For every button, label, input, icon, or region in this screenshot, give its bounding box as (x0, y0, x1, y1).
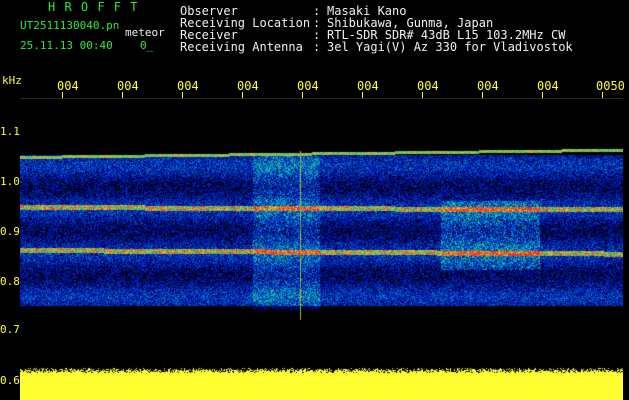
brand-title: H R O F F T (48, 0, 139, 14)
y-tick-label: 0.8 (0, 275, 20, 288)
datetime-label: 25.11.13 00:40 (20, 39, 113, 52)
y-axis-unit: kHz (2, 74, 22, 87)
x-tick-mark (182, 92, 183, 98)
x-tick-mark (242, 92, 243, 98)
x-tick-mark (362, 92, 363, 98)
spectrogram (20, 110, 623, 400)
x-tick-mark (602, 92, 603, 98)
x-tick-label: 004 (297, 79, 319, 93)
y-tick-label: 0.6 (0, 374, 20, 387)
field-value-antenna: 3el Yagi(V) Az 330 for Vladivostok (327, 40, 573, 54)
x-tick-label: 004 (57, 79, 79, 93)
field-label-antenna: Receiving Antenna (180, 40, 303, 54)
y-tick-label: 1.0 (0, 175, 20, 188)
y-tick-label: 0.9 (0, 225, 20, 238)
counter-label: 0_ (140, 39, 154, 52)
x-tick-label: 0050 (596, 79, 625, 93)
x-tick-label: 004 (537, 79, 559, 93)
axis-separator (20, 98, 623, 99)
filename-label: UT2511130040.pn (20, 19, 120, 32)
y-tick-label: 0.7 (0, 323, 20, 336)
x-tick-mark (422, 92, 423, 98)
y-tick-label: 1.1 (0, 125, 20, 138)
x-tick-label: 004 (117, 79, 139, 93)
x-tick-mark (122, 92, 123, 98)
x-tick-label: 004 (477, 79, 499, 93)
x-tick-label: 004 (237, 79, 259, 93)
x-tick-mark (302, 92, 303, 98)
field-sep: : (313, 40, 321, 54)
x-tick-label: 004 (357, 79, 379, 93)
x-tick-mark (482, 92, 483, 98)
x-tick-mark (542, 92, 543, 98)
x-tick-label: 004 (177, 79, 199, 93)
x-tick-label: 004 (417, 79, 439, 93)
x-tick-mark (62, 92, 63, 98)
mode-label: meteor (125, 26, 165, 39)
